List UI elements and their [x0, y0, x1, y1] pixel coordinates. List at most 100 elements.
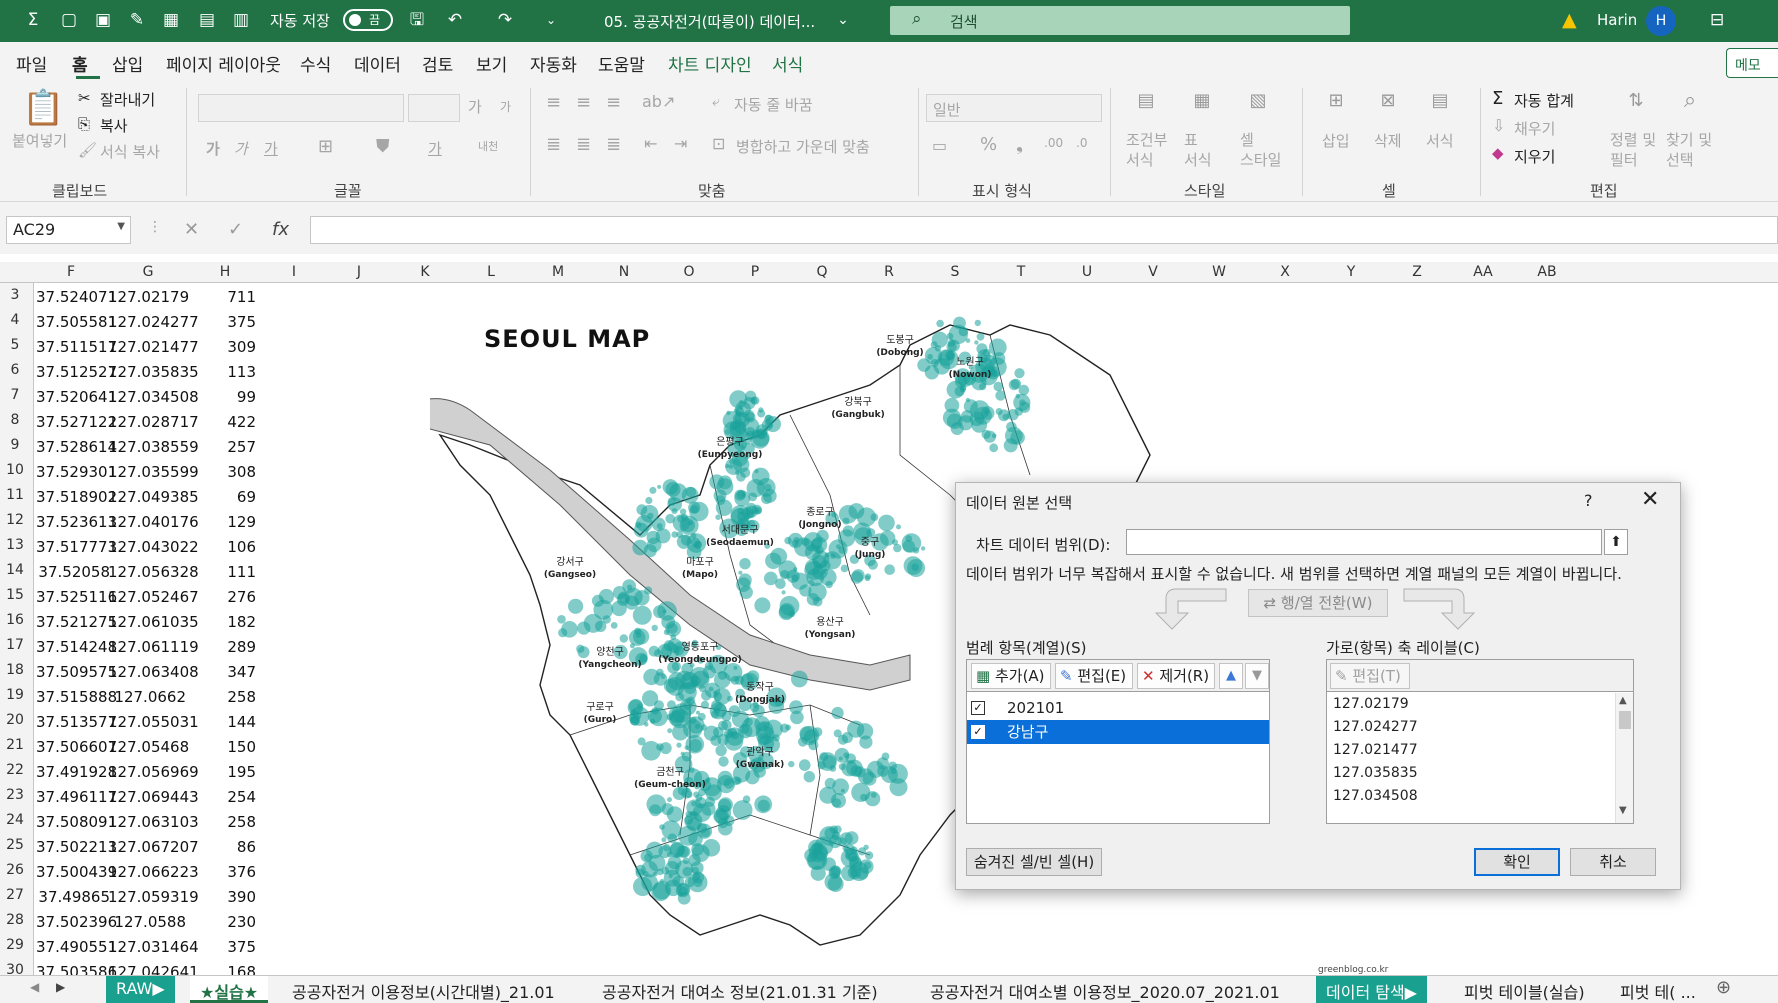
cell-styles-button[interactable]: 셀 스타일: [1240, 130, 1281, 170]
cell-h[interactable]: 376: [188, 863, 256, 881]
cell-h[interactable]: 195: [188, 763, 256, 781]
align-top-icon[interactable]: ≡: [546, 92, 561, 113]
row-header[interactable]: 29: [0, 937, 30, 953]
column-header[interactable]: P: [722, 264, 788, 280]
cell-h[interactable]: 390: [188, 888, 256, 906]
column-header[interactable]: G: [108, 264, 188, 280]
cell-h[interactable]: 99: [188, 388, 256, 406]
table-format-icon[interactable]: ▦: [1182, 90, 1222, 120]
cell-g[interactable]: 127.031464: [108, 938, 199, 956]
column-header[interactable]: S: [922, 264, 988, 280]
column-header[interactable]: F: [34, 264, 108, 280]
cell-f[interactable]: 37.525116: [36, 588, 117, 606]
tab-5[interactable]: 데이터: [354, 51, 401, 76]
conditional-format-button[interactable]: 조건부 서식: [1126, 130, 1167, 170]
series-item[interactable]: ✓ 202101: [967, 696, 1269, 720]
merge-center-button[interactable]: 병합하고 가운데 맞춤: [736, 136, 870, 157]
cell-g[interactable]: 127.052467: [108, 588, 199, 606]
column-header[interactable]: Y: [1318, 264, 1384, 280]
bold-button[interactable]: 가: [206, 138, 220, 159]
fill-button[interactable]: 채우기: [1514, 118, 1555, 139]
delete-cells-icon[interactable]: ⊠: [1368, 90, 1408, 120]
row-header[interactable]: 9: [0, 437, 30, 453]
move-down-icon[interactable]: ▼: [1245, 663, 1269, 689]
tab-10[interactable]: 차트 디자인: [668, 51, 752, 76]
cell-g[interactable]: 127.05468: [108, 738, 189, 756]
align-left-icon[interactable]: ≣: [546, 134, 561, 155]
conditional-format-icon[interactable]: ▤: [1126, 90, 1166, 120]
name-box[interactable]: AC29 ▼: [6, 216, 131, 244]
column-header[interactable]: L: [458, 264, 524, 280]
eraser-icon[interactable]: ◆: [1492, 144, 1504, 162]
cell-f[interactable]: 37.523613: [36, 513, 117, 531]
row-header[interactable]: 25: [0, 837, 30, 853]
cell-f[interactable]: 37.52058: [36, 563, 110, 581]
chart-range-input[interactable]: [1126, 529, 1602, 555]
cell-f[interactable]: 37.500439: [36, 863, 117, 881]
column-header[interactable]: I: [262, 264, 326, 280]
cell-g[interactable]: 127.043022: [108, 538, 199, 556]
row-header[interactable]: 5: [0, 337, 30, 353]
sheet-tab[interactable]: 공공자전거 이용정보(시간대별)_21.01: [282, 976, 565, 1003]
sheet-tab[interactable]: RAW▶: [106, 976, 175, 1003]
column-header[interactable]: O: [656, 264, 722, 280]
tab-3[interactable]: 페이지 레이아웃: [166, 51, 281, 76]
cell-f[interactable]: 37.502396: [36, 913, 117, 931]
cell-g[interactable]: 127.056328: [108, 563, 199, 581]
find-select-button[interactable]: 찾기 및 선택: [1666, 130, 1712, 170]
increase-decimal-icon[interactable]: .00: [1044, 136, 1063, 150]
save-as-icon[interactable]: ▣: [92, 9, 114, 31]
cell-f[interactable]: 37.528614: [36, 438, 117, 456]
cell-f[interactable]: 37.529301: [36, 463, 117, 481]
cell-g[interactable]: 127.061035: [108, 613, 199, 631]
table-icon[interactable]: ▤: [196, 9, 218, 31]
row-header[interactable]: 16: [0, 612, 30, 628]
accounting-icon[interactable]: ▭: [932, 136, 947, 155]
cell-h[interactable]: 257: [188, 438, 256, 456]
cell-f[interactable]: 37.512527: [36, 363, 117, 381]
chevron-down-icon[interactable]: ▼: [1619, 805, 1627, 816]
enter-icon[interactable]: ✓: [228, 219, 243, 240]
autosum-icon[interactable]: Σ: [1492, 88, 1503, 109]
sheet-tab[interactable]: 데이터 탐색▶: [1316, 976, 1427, 1003]
ok-button[interactable]: 확인: [1474, 848, 1560, 876]
sheet-tab[interactable]: 피벗 테이블(실습): [1454, 976, 1595, 1003]
ribbon-display-icon[interactable]: ⊟: [1710, 10, 1724, 30]
cell-f[interactable]: 37.524071: [36, 288, 117, 306]
cell-f[interactable]: 37.490551: [36, 938, 117, 956]
decrease-decimal-icon[interactable]: .0: [1076, 136, 1087, 150]
series-item[interactable]: ✓ 강남구: [967, 720, 1269, 744]
cell-g[interactable]: 127.055031: [108, 713, 199, 731]
cell-g[interactable]: 127.028717: [108, 413, 199, 431]
row-header[interactable]: 17: [0, 637, 30, 653]
series-checkbox[interactable]: ✓: [971, 725, 985, 739]
cell-g[interactable]: 127.024277: [108, 313, 199, 331]
tab-4[interactable]: 수식: [300, 51, 331, 76]
cell-f[interactable]: 37.527122: [36, 413, 117, 431]
font-shrink-button[interactable]: 가: [500, 98, 511, 115]
orientation-icon[interactable]: ab↗: [642, 92, 675, 111]
tab-6[interactable]: 검토: [422, 51, 453, 76]
axis-value[interactable]: 127.034508: [1333, 788, 1418, 804]
formula-input[interactable]: [310, 216, 1778, 244]
cell-g[interactable]: 127.063103: [108, 813, 199, 831]
cell-h[interactable]: 308: [188, 463, 256, 481]
font-grow-button[interactable]: 가: [468, 96, 482, 117]
cell-f[interactable]: 37.509575: [36, 663, 117, 681]
cell-g[interactable]: 127.040176: [108, 513, 199, 531]
row-header[interactable]: 15: [0, 587, 30, 603]
paste-icon[interactable]: 📋: [22, 88, 64, 128]
cell-h[interactable]: 309: [188, 338, 256, 356]
axis-value[interactable]: 127.024277: [1333, 719, 1418, 735]
cell-f[interactable]: 37.508091: [36, 813, 117, 831]
cut-button[interactable]: 잘라내기: [100, 89, 155, 110]
clear-button[interactable]: 지우기: [1514, 146, 1555, 167]
axis-value[interactable]: 127.021477: [1333, 742, 1418, 758]
tab-8[interactable]: 자동화: [530, 51, 577, 76]
cell-h[interactable]: 182: [188, 613, 256, 631]
customize-qat-icon[interactable]: ⌄: [540, 9, 562, 31]
cell-g[interactable]: 127.066223: [108, 863, 199, 881]
row-header[interactable]: 14: [0, 562, 30, 578]
cell-h[interactable]: 254: [188, 788, 256, 806]
sort-filter-icon[interactable]: ⇅: [1616, 90, 1656, 120]
